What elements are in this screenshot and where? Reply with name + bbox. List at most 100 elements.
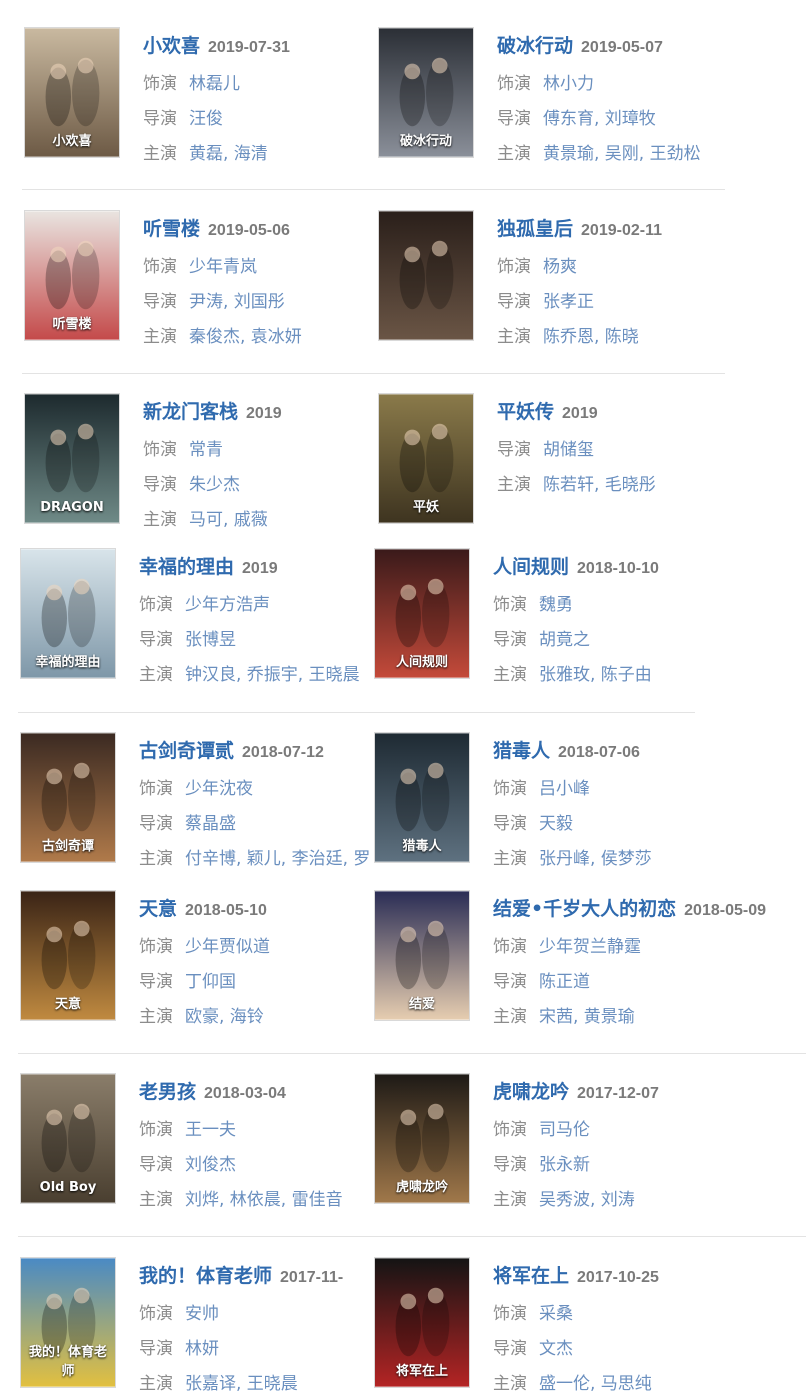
stars-value-link[interactable]: 秦俊杰, 袁冰妍	[189, 327, 302, 347]
director-value-link[interactable]: 陈正道	[539, 972, 590, 992]
poster-image[interactable]: 我的！体育老师	[20, 1257, 116, 1388]
drama-title-link[interactable]: 天意	[139, 898, 177, 920]
drama-title-link[interactable]: 独孤皇后	[497, 218, 573, 240]
director-value-link[interactable]: 胡储玺	[543, 440, 594, 460]
stars-value-link[interactable]: 宋茜, 黄景瑜	[539, 1007, 635, 1027]
stars-value-link[interactable]: 吴秀波, 刘涛	[539, 1190, 635, 1210]
stars-value-link[interactable]: 盛一伦, 马思纯	[539, 1374, 652, 1394]
title-row: 老男孩 2018-03-04	[139, 1077, 286, 1104]
director-label: 导演	[139, 814, 173, 834]
role-value-link[interactable]: 少年沈夜	[185, 779, 253, 799]
role-value-link[interactable]: 杨爽	[543, 257, 577, 277]
stars-label: 主演	[139, 1007, 173, 1027]
poster-image[interactable]: 古剑奇谭	[20, 732, 116, 863]
title-row: 新龙门客栈 2019	[143, 397, 282, 424]
poster-image[interactable]: 虎啸龙吟	[374, 1073, 470, 1204]
stars-value-link[interactable]: 黄磊, 海清	[189, 144, 268, 164]
poster-image[interactable]: 破冰行动	[378, 27, 474, 158]
director-value-link[interactable]: 丁仰国	[185, 972, 236, 992]
poster-image[interactable]	[378, 210, 474, 341]
drama-title-link[interactable]: 虎啸龙吟	[493, 1081, 569, 1103]
role-label: 饰演	[493, 1304, 527, 1324]
director-value-link[interactable]: 张永新	[539, 1155, 590, 1175]
poster-image[interactable]: 小欢喜	[24, 27, 120, 158]
poster-text: 平妖	[412, 500, 439, 515]
director-value-link[interactable]: 汪俊	[189, 109, 223, 129]
drama-title-link[interactable]: 听雪楼	[143, 218, 200, 240]
director-row: 导演 天毅	[493, 809, 573, 834]
director-value-link[interactable]: 朱少杰	[189, 475, 240, 495]
stars-value-link[interactable]: 张嘉译, 王晓晨	[185, 1374, 298, 1394]
drama-title-link[interactable]: 古剑奇谭贰	[139, 740, 234, 762]
poster-image[interactable]: 平妖	[378, 393, 474, 524]
director-label: 导演	[139, 1155, 173, 1175]
director-value-link[interactable]: 文杰	[539, 1339, 573, 1359]
stars-row: 主演 黄磊, 海清	[143, 139, 268, 164]
drama-title-link[interactable]: 平妖传	[497, 401, 554, 423]
stars-value-link[interactable]: 钟汉良, 乔振宇, 王晓晨	[185, 665, 360, 685]
poster-image[interactable]: 听雪楼	[24, 210, 120, 341]
director-value-link[interactable]: 刘俊杰	[185, 1155, 236, 1175]
role-value-link[interactable]: 王一夫	[185, 1120, 236, 1140]
drama-title-link[interactable]: 老男孩	[139, 1081, 196, 1103]
stars-value-link[interactable]: 黄景瑜, 吴刚, 王劲松	[543, 144, 701, 164]
poster-image[interactable]: 幸福的理由	[20, 548, 116, 679]
role-label: 饰演	[143, 257, 177, 277]
release-date: 2017-11-	[280, 1269, 344, 1286]
poster-image[interactable]: 人间规则	[374, 548, 470, 679]
role-value-link[interactable]: 司马伦	[539, 1120, 590, 1140]
role-value-link[interactable]: 魏勇	[539, 595, 573, 615]
role-value-link[interactable]: 安帅	[185, 1304, 219, 1324]
director-value-link[interactable]: 天毅	[539, 814, 573, 834]
director-value-link[interactable]: 张博昱	[185, 630, 236, 650]
poster-image[interactable]: DRAGON	[24, 393, 120, 524]
drama-title-link[interactable]: 将军在上	[493, 1265, 569, 1287]
stars-label: 主演	[493, 1374, 527, 1394]
stars-value-link[interactable]: 刘烨, 林依晨, 雷佳音	[185, 1190, 343, 1210]
stars-value-link[interactable]: 欧豪, 海铃	[185, 1007, 264, 1027]
director-row: 导演 林妍	[139, 1334, 219, 1359]
poster-image[interactable]: 天意	[20, 890, 116, 1021]
drama-title-link[interactable]: 幸福的理由	[139, 556, 234, 578]
director-value-link[interactable]: 蔡晶盛	[185, 814, 236, 834]
drama-title-link[interactable]: 破冰行动	[497, 35, 573, 57]
drama-title-link[interactable]: 我的！体育老师	[139, 1265, 272, 1287]
director-value-link[interactable]: 林妍	[185, 1339, 219, 1359]
role-value-link[interactable]: 少年贺兰静霆	[539, 937, 641, 957]
role-value-link[interactable]: 林磊儿	[189, 74, 240, 94]
poster-image[interactable]: 将军在上	[374, 1257, 470, 1388]
director-value-link[interactable]: 胡竟之	[539, 630, 590, 650]
director-value-link[interactable]: 张孝正	[543, 292, 594, 312]
role-label: 饰演	[139, 595, 173, 615]
stars-value-link[interactable]: 张丹峰, 侯梦莎	[539, 849, 652, 869]
stars-label: 主演	[139, 1190, 173, 1210]
stars-value-link[interactable]: 陈乔恩, 陈晓	[543, 327, 639, 347]
drama-title-link[interactable]: 人间规则	[493, 556, 569, 578]
director-value-link[interactable]: 尹涛, 刘国彤	[189, 292, 285, 312]
director-value-link[interactable]: 傅东育, 刘璋牧	[543, 109, 656, 129]
stars-value-link[interactable]: 马可, 戚薇	[189, 510, 268, 530]
poster-image[interactable]: 结爱	[374, 890, 470, 1021]
drama-title-link[interactable]: 猎毒人	[493, 740, 550, 762]
drama-title-link[interactable]: 小欢喜	[143, 35, 200, 57]
title-row: 我的！体育老师 2017-11-	[139, 1261, 343, 1288]
role-value-link[interactable]: 少年青岚	[189, 257, 257, 277]
role-value-link[interactable]: 林小力	[543, 74, 594, 94]
director-label: 导演	[497, 292, 531, 312]
stars-value-link[interactable]: 张雅玫, 陈子由	[539, 665, 652, 685]
stars-row: 主演 宋茜, 黄景瑜	[493, 1002, 635, 1027]
stars-value-link[interactable]: 陈若轩, 毛晓彤	[543, 475, 656, 495]
role-label: 饰演	[497, 74, 531, 94]
poster-image[interactable]: 猎毒人	[374, 732, 470, 863]
director-label: 导演	[143, 109, 177, 129]
role-value-link[interactable]: 少年方浩声	[185, 595, 270, 615]
role-value-link[interactable]: 采桑	[539, 1304, 573, 1324]
poster-image[interactable]: Old Boy	[20, 1073, 116, 1204]
role-value-link[interactable]: 少年贾似道	[185, 937, 270, 957]
drama-title-link[interactable]: 结爱•千岁大人的初恋	[493, 898, 676, 920]
stars-value-link[interactable]: 付辛博, 颖儿, 李治廷, 罗	[185, 849, 370, 869]
role-value-link[interactable]: 常青	[189, 440, 223, 460]
role-value-link[interactable]: 吕小峰	[539, 779, 590, 799]
release-date: 2017-10-25	[577, 1269, 659, 1286]
drama-title-link[interactable]: 新龙门客栈	[143, 401, 238, 423]
